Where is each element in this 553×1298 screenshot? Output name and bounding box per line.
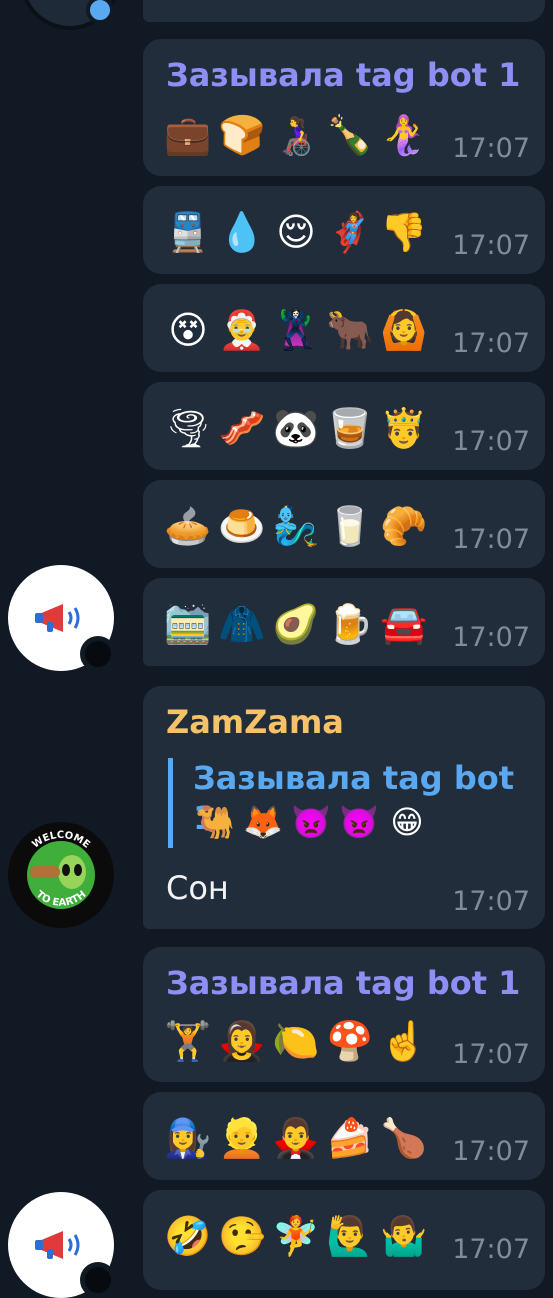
emoji-row: 🤣 🤥 🧚 🙋‍♂️ 🤷‍♂️ [163,1212,429,1260]
emoji: 🐫 [195,803,235,841]
emoji: 🥓 [218,406,266,450]
status-indicator [80,636,116,672]
reply-message-bubble[interactable]: ZamZama Зазывала tag bot 1 🐫 🦊 👿 👿 😁 Сон… [143,686,545,929]
emoji-row: 🚆 💧 😌 🦸‍♀️ 👎 [163,208,429,256]
emoji: 🧚 [272,1214,320,1258]
emoji: 🦸‍♀️ [326,210,374,254]
emoji: 🍾 [326,113,374,157]
emoji: 🤥 [218,1214,266,1258]
message-time: 17:07 [452,622,530,653]
emoji: 🥛 [326,504,374,548]
emoji: 🚆 [164,210,212,254]
emoji: 🍺 [326,602,374,646]
status-indicator [80,1262,116,1298]
emoji: 🥃 [326,406,374,450]
emoji: 🦊 [243,803,283,841]
emoji: 👿 [339,803,379,841]
emoji-row: 👩‍🔧 👱 🧛‍♂️ 🍰 🍗 [163,1114,429,1162]
emoji: 👿 [291,803,331,841]
message-time: 17:07 [452,328,530,359]
emoji: 👎 [380,210,428,254]
emoji: 🚞 [164,602,212,646]
emoji: 👱 [218,1116,266,1160]
user-avatar[interactable]: WELCOME TO EARTH [8,822,114,928]
emoji: 🍞 [218,113,266,157]
emoji: 🦹‍♀️ [272,308,320,352]
emoji: 🍰 [326,1116,374,1160]
emoji: 😁 [390,803,424,841]
emoji-row: 🏋️ 🧛‍♀️ 🍋 🍄 ☝️ [163,1017,429,1065]
emoji: ☝️ [380,1019,428,1063]
message-time: 17:07 [452,1234,530,1265]
message-bubble[interactable]: 👩‍🔧 👱 🧛‍♂️ 🍰 🍗 17:07 [143,1092,545,1180]
emoji: 🤣 [164,1214,212,1258]
emoji-row: 💼 🍞 👩‍🦽 🍾 🧜‍♀️ [163,111,429,159]
emoji: 👩‍🦽 [272,113,320,157]
message-time: 17:07 [452,1136,530,1167]
message-bubble[interactable]: 🤣 🤥 🧚 🙋‍♂️ 🤷‍♂️ 17:07 [143,1190,545,1290]
message-time: 17:07 [452,426,530,457]
reply-emoji-row: 🐫 🦊 👿 👿 😁 [193,800,429,844]
emoji: 🐂 [326,308,374,352]
emoji: 🍋 [272,1019,320,1063]
reply-quote[interactable]: Зазывала tag bot 1 🐫 🦊 👿 👿 😁 [168,758,523,848]
message-time: 17:07 [452,524,530,555]
emoji: 🏋️ [164,1019,212,1063]
emoji: 🧞‍♂️ [272,504,320,548]
emoji: 🌪 [163,406,213,450]
online-indicator [86,0,114,24]
message-time: 17:07 [452,230,530,261]
message-time: 17:07 [452,133,530,164]
emoji: 🙋‍♂️ [326,1214,374,1258]
emoji: 🥧 [164,504,212,548]
emoji: 🐼 [272,406,320,450]
emoji: 🍄 [326,1019,374,1063]
message-bubble[interactable]: 🌪 🥓 🐼 🥃 🤴 17:07 [143,382,545,470]
message-time: 17:07 [452,1039,530,1070]
emoji: 🥑 [272,602,320,646]
message-time: 17:07 [452,886,530,917]
sender-name[interactable]: Зазывала tag bot 1 [166,55,520,95]
message-bubble[interactable]: Зазывала tag bot 1 🏋️ 🧛‍♀️ 🍋 🍄 ☝️ 17:07 [143,947,545,1082]
emoji: 🧜‍♀️ [380,113,428,157]
sender-name[interactable]: Зазывала tag bot 1 [166,963,520,1003]
emoji: 🙆 [380,308,428,352]
previous-bubble-edge [143,0,545,22]
emoji: 🧛‍♀️ [218,1019,266,1063]
emoji-row: 🥧 🍮 🧞‍♂️ 🥛 🥐 [163,502,429,550]
emoji: 💼 [164,113,212,157]
emoji: 😵 [168,308,208,352]
emoji: 🤷‍♂️ [380,1214,428,1258]
emoji: 🚘 [380,602,428,646]
emoji: 💧 [218,210,266,254]
emoji: 🥐 [380,504,428,548]
emoji: 🍮 [218,504,266,548]
emoji: 🧥 [218,602,266,646]
message-bubble[interactable]: 🚆 💧 😌 🦸‍♀️ 👎 17:07 [143,186,545,274]
message-bubble[interactable]: 🚞 🧥 🥑 🍺 🚘 17:07 [143,578,545,666]
emoji-row: 🚞 🧥 🥑 🍺 🚘 [163,600,429,648]
message-bubble[interactable]: Зазывала tag bot 1 💼 🍞 👩‍🦽 🍾 🧜‍♀️ 17:07 [143,39,545,176]
sender-name[interactable]: ZamZama [166,702,344,742]
emoji-row: 🌪 🥓 🐼 🥃 🤴 [163,404,429,452]
emoji: 🧛‍♂️ [272,1116,320,1160]
message-text: Сон [166,869,229,907]
emoji: 🤴 [380,406,428,450]
message-bubble[interactable]: 🥧 🍮 🧞‍♂️ 🥛 🥐 17:07 [143,480,545,568]
welcome-to-earth-badge: WELCOME TO EARTH [11,825,111,925]
message-bubble[interactable]: 😵 🤶 🦹‍♀️ 🐂 🙆 17:07 [143,284,545,372]
emoji-row: 😵 🤶 🦹‍♀️ 🐂 🙆 [163,306,429,354]
emoji: 👩‍🔧 [164,1116,212,1160]
emoji: 😌 [276,210,316,254]
emoji: 🤶 [218,308,266,352]
emoji: 🍗 [380,1116,428,1160]
